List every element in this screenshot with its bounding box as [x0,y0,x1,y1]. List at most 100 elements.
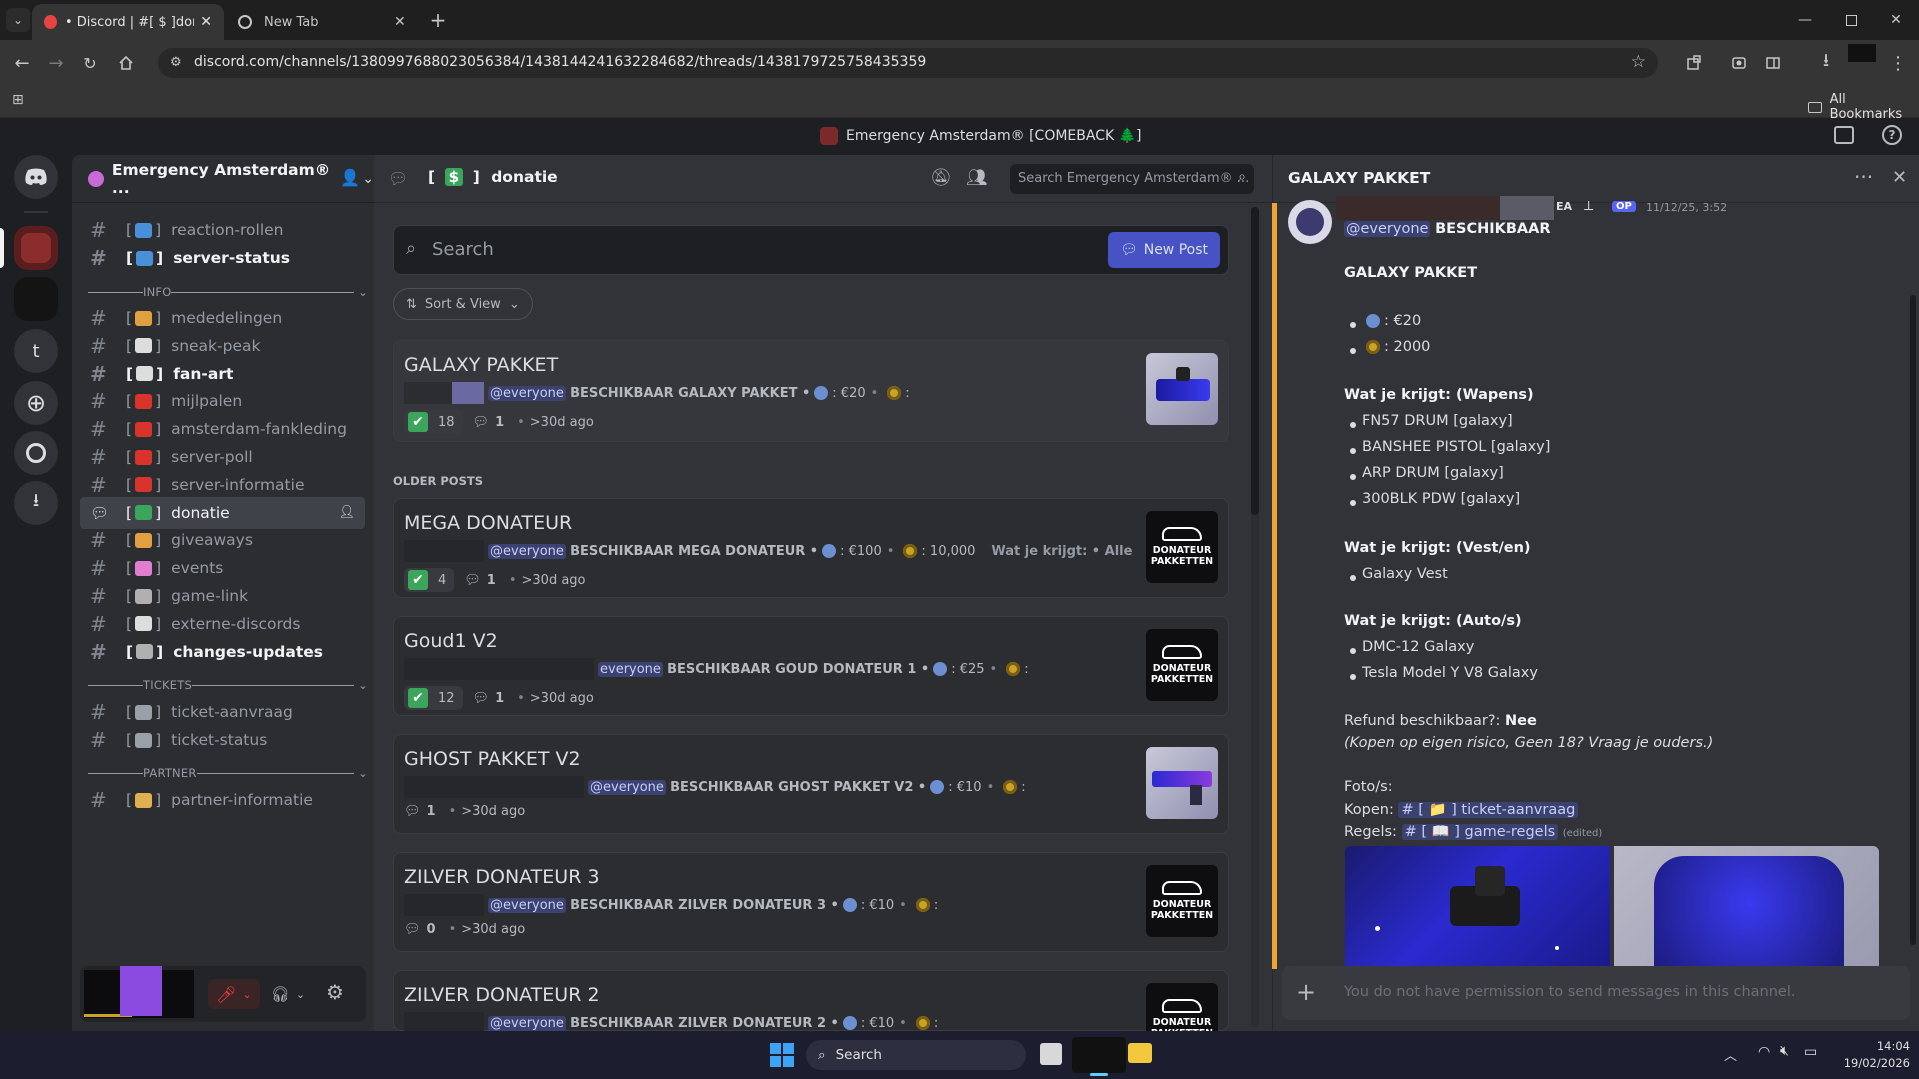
forum-post-card[interactable]: GALAXY PAKKET @everyone BESCHIKBAAR GALAX… [393,340,1229,442]
forum-post-card[interactable]: ZILVER DONATEUR 3 @everyone BESCHIKBAAR Z… [393,852,1229,952]
sort-view-button[interactable]: ⇅ Sort & View ⌄ [393,288,533,320]
discover-icon[interactable] [14,431,58,475]
reload-icon[interactable]: ↻ [76,49,104,77]
windows-start-icon[interactable] [770,1043,794,1067]
forward-icon[interactable]: → [42,49,70,77]
chevron-up-icon[interactable]: ︿ [1724,1045,1737,1064]
deafen-button[interactable]: 🎧︎ ⌄ [266,979,310,1009]
wifi-icon[interactable]: ◠ [1758,1044,1770,1060]
post-preview: @everyone BESCHIKBAAR ZILVER DONATEUR 3 … [404,894,1134,916]
message-composer[interactable]: + You do not have permission to send mes… [1282,966,1910,1020]
galaxy-vest-photo[interactable] [1614,846,1879,966]
galaxy-gun-thumbnail[interactable] [1146,353,1218,425]
url-text[interactable]: discord.com/channels/1380997688023056384… [194,54,926,70]
new-tab-plus-icon[interactable]: + [424,6,452,34]
back-icon[interactable]: ← [8,49,36,77]
notification-bell-muted-icon[interactable]: 🔕︎ [930,168,952,188]
profile-avatar[interactable] [1848,44,1876,62]
server-emergency-amsterdam[interactable] [14,226,58,270]
clock-date[interactable]: 19/02/2026 [1836,1056,1910,1070]
add-server-icon[interactable]: ⊕ [14,381,58,425]
forum-post-card[interactable]: GHOST PAKKET V2 @everyone BESCHIKBAAR GHO… [393,734,1229,834]
address-bar[interactable]: ⚙ discord.com/channels/13809976880230563… [158,48,1658,78]
avatar[interactable] [120,966,162,1016]
member-list-icon[interactable]: 👥︎ [966,168,988,188]
close-icon[interactable]: ✕ [200,14,212,30]
everyone-mention[interactable]: @everyone [1344,221,1431,237]
post-meta: ✔ 12 💬︎ 1 • >30d ago [404,686,594,710]
reaction-button[interactable]: ✔ 12 [404,686,463,710]
reaction-button[interactable]: ✔ 18 [404,410,463,434]
minimize-icon[interactable]: — [1782,0,1828,40]
side-panel-icon[interactable] [1759,49,1787,77]
donateur-pakketten-thumbnail[interactable]: DONATEURPAKKETTEN [1146,865,1218,937]
restore-icon[interactable] [1828,0,1874,40]
tab-search-icon[interactable]: ⌄ [6,8,30,32]
galaxy-gun-photo[interactable] [1345,846,1610,966]
refund-label: Refund beschikbaar?: [1344,713,1501,729]
discord-home-icon[interactable] [14,155,58,199]
forum-search-bar[interactable]: ⌕ Search 💬︎ New Post [393,225,1229,275]
file-explorer-icon[interactable] [1128,1043,1152,1063]
screenshot-icon[interactable] [1725,49,1753,77]
preview-text: BESCHIKBAAR ZILVER DONATEUR 2 • [570,1015,839,1031]
sidebar-item-sneak-peak[interactable]: # [] sneak-peak [80,330,365,362]
window-close-icon[interactable]: ✕ [1873,0,1919,40]
ghost-gun-thumbnail[interactable] [1146,747,1218,819]
new-post-button[interactable]: 💬︎ New Post [1107,232,1220,268]
download-icon[interactable]: ⭳ [1812,49,1840,77]
volume-muted-icon[interactable]: 🔇︎ [1780,1043,1789,1059]
inbox-icon[interactable] [1834,126,1854,144]
invite-icon[interactable]: 👤︎ [338,505,355,520]
thread-scrollbar[interactable] [1910,295,1916,945]
sidebar-item-ticket-status[interactable]: # [] ticket-status [80,724,365,756]
sidebar-item-server-informatie[interactable]: # [] server-informatie [80,469,365,501]
server-search-input[interactable]: Search Emergency Amsterdam® ... ⌕ [1010,164,1254,194]
category-partner[interactable]: PARTNER ⌄ [88,763,368,783]
forum-post-card[interactable]: MEGA DONATEUR @everyone BESCHIKBAAR MEGA … [393,498,1229,598]
sidebar-item-server-status[interactable]: # [] server-status [80,242,365,274]
settings-gear-icon[interactable]: ⚙ [326,980,344,1004]
sidebar-item-partner-informatie[interactable]: # [] partner-informatie [80,784,365,816]
invite-people-icon[interactable]: 👤 [340,168,360,187]
download-apps-icon[interactable]: ⭳ [14,481,58,525]
forum-post-card[interactable]: Goud1 V2 everyone BESCHIKBAAR GOUD DONATE… [393,616,1229,716]
clock-time[interactable]: 14:04 [1840,1039,1910,1053]
category-info[interactable]: INFO ⌄ [88,282,368,302]
channel-sidebar: Emergency Amsterdam® ... ⌄ 👤 # [] reaction… [72,155,374,1031]
bracket-close: ] [155,703,162,721]
forum-post-card[interactable]: ZILVER DONATEUR 2 @everyone BESCHIKBAAR Z… [393,970,1229,1055]
category-tickets[interactable]: TICKETS ⌄ [88,675,368,695]
taskbar-search[interactable]: ⌕ Search [806,1040,1026,1070]
more-menu-icon[interactable]: ⋮ [1884,49,1912,77]
close-icon[interactable]: ✕ [394,14,406,30]
tab-new-tab[interactable]: New Tab ✕ [226,4,418,40]
sidebar-item-changes-updates[interactable]: # [] changes-updates [80,636,365,668]
task-view-icon[interactable] [1040,1043,1062,1065]
help-icon[interactable]: ? [1882,125,1902,145]
reaction-button[interactable]: ✔ 4 [404,568,455,592]
scrollbar-thumb[interactable] [1251,207,1259,515]
donateur-pakketten-thumbnail[interactable]: DONATEURPAKKETTEN [1146,511,1218,583]
server-t[interactable]: t [14,329,58,373]
game-regels-link[interactable]: # [ 📖 ] game-regels [1401,824,1559,840]
ticket-aanvraag-link[interactable]: # [ 📁 ] ticket-aanvraag [1398,802,1579,818]
site-info-icon[interactable]: ⚙ [170,55,182,70]
bookmark-star-icon[interactable]: ☆ [1631,52,1646,72]
mute-button[interactable]: 🎤︎ ⌄ [208,979,260,1009]
donateur-pakketten-thumbnail[interactable]: DONATEURPAKKETTEN [1146,629,1218,701]
extensions-icon[interactable] [1680,49,1708,77]
author-avatar[interactable] [1288,200,1332,244]
chrome-taskbar-icon[interactable] [1072,1037,1126,1076]
close-icon[interactable]: ✕ [1892,167,1907,188]
server-dark[interactable] [14,277,58,321]
server-header[interactable]: Emergency Amsterdam® ... ⌄ 👤 [72,155,374,203]
apps-grid-icon[interactable]: ⊞ [12,92,24,108]
home-icon[interactable] [112,49,140,77]
scrollbar-track[interactable] [1251,207,1259,1027]
add-attachment-icon[interactable]: + [1296,978,1316,1006]
more-options-icon[interactable]: ··· [1854,165,1873,189]
battery-icon[interactable]: ▭ [1804,1044,1817,1060]
tab-discord[interactable]: • Discord | #[ $ ]donatie | Eme ✕ [32,4,224,40]
sidebar-item-externe-discords[interactable]: # [] externe-discords [80,608,365,640]
